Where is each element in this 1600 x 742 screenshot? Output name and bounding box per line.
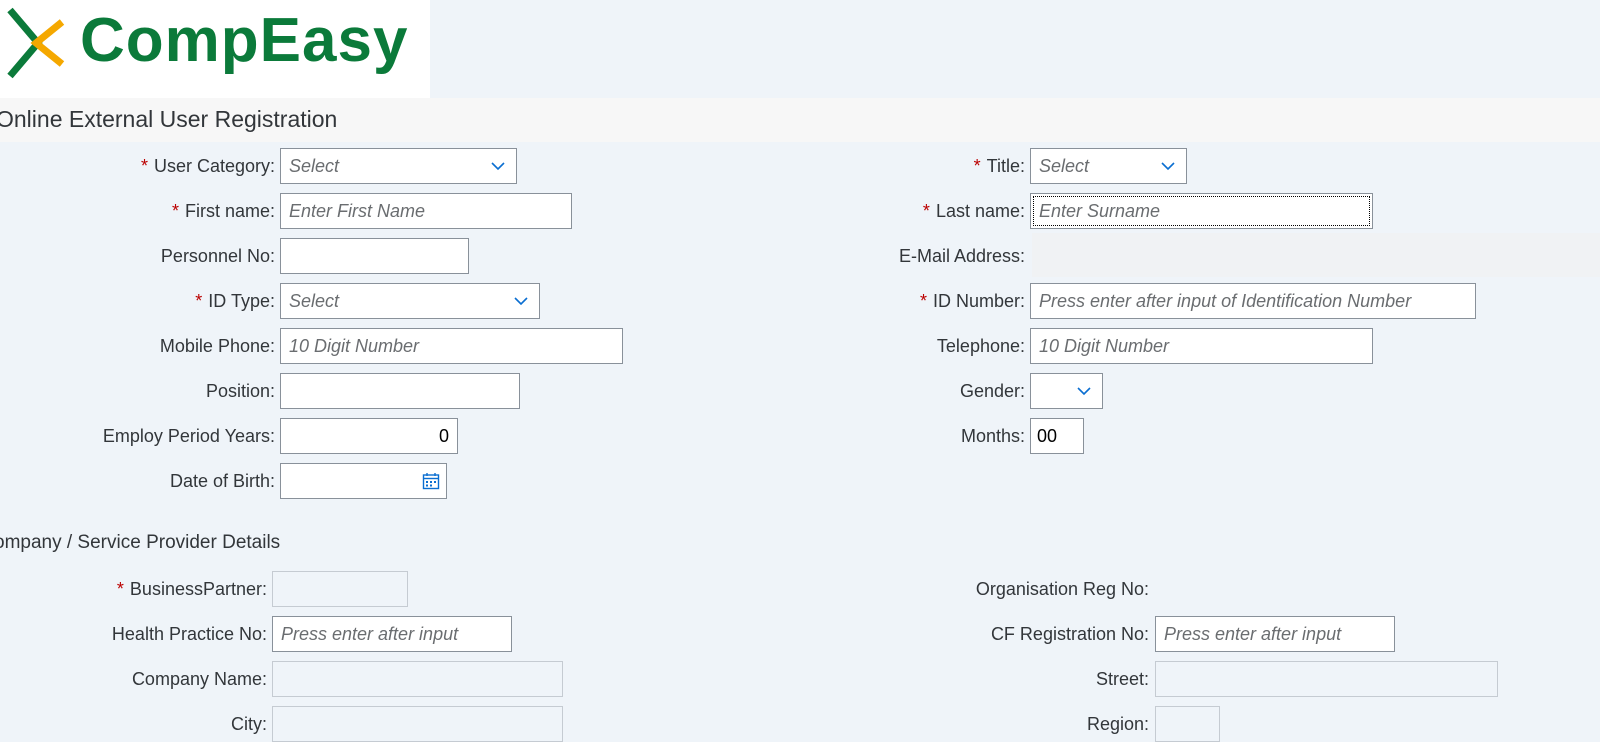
dob-label: Date of Birth:: [169, 471, 275, 491]
user-category-label: * User Category:: [140, 156, 275, 176]
health-practice-no-label: Health Practice No:: [111, 624, 267, 644]
employ-years-input[interactable]: 0: [280, 418, 458, 454]
months-label: Months:: [960, 426, 1025, 446]
id-type-label: * ID Type:: [195, 291, 275, 311]
employ-years-label: Employ Period Years:: [102, 426, 275, 446]
mobile-phone-label: Mobile Phone:: [159, 336, 275, 356]
page-title: Online External User Registration: [0, 106, 338, 132]
calendar-icon[interactable]: [422, 472, 440, 490]
business-partner-input: [272, 571, 408, 607]
business-partner-label: * BusinessPartner:: [116, 579, 267, 599]
dob-input[interactable]: [280, 463, 447, 499]
org-reg-no-label: Organisation Reg No:: [975, 579, 1149, 599]
gender-select[interactable]: [1030, 373, 1103, 409]
compeasy-logo-icon: [7, 7, 65, 79]
email-value: [1030, 238, 1430, 274]
chevron-down-icon: [1077, 387, 1091, 396]
telephone-input[interactable]: 10 Digit Number: [1030, 328, 1373, 364]
title-select[interactable]: Select: [1030, 148, 1187, 184]
region-label: Region:: [1086, 714, 1149, 734]
chevron-down-icon: [514, 297, 528, 306]
brand-name: CompEasy: [80, 6, 409, 75]
position-input[interactable]: [280, 373, 520, 409]
user-category-select[interactable]: Select: [280, 148, 517, 184]
chevron-down-icon: [491, 162, 505, 171]
company-section-title: ompany / Service Provider Details: [0, 532, 281, 553]
personnel-no-label: Personnel No:: [160, 246, 275, 266]
company-name-input: [272, 661, 563, 697]
street-input: [1155, 661, 1498, 697]
mobile-phone-input[interactable]: 10 Digit Number: [280, 328, 623, 364]
logo: CompEasy: [0, 0, 430, 98]
region-input: [1155, 706, 1220, 742]
city-input: [272, 706, 563, 742]
street-label: Street:: [1095, 669, 1149, 689]
first-name-input[interactable]: Enter First Name: [280, 193, 572, 229]
first-name-label: * First name:: [171, 201, 275, 221]
last-name-input[interactable]: Enter Surname: [1030, 193, 1373, 229]
telephone-label: Telephone:: [936, 336, 1025, 356]
personnel-no-input[interactable]: [280, 238, 469, 274]
health-practice-no-input[interactable]: Press enter after input: [272, 616, 512, 652]
cf-registration-no-label: CF Registration No:: [990, 624, 1149, 644]
last-name-label: * Last name:: [922, 201, 1025, 221]
org-reg-no-value: [1155, 571, 1455, 607]
email-label: E-Mail Address:: [898, 246, 1025, 266]
id-number-label: * ID Number:: [919, 291, 1025, 311]
cf-registration-no-input[interactable]: Press enter after input: [1155, 616, 1395, 652]
company-name-label: Company Name:: [131, 669, 267, 689]
city-label: City:: [231, 714, 267, 734]
gender-label: Gender:: [959, 381, 1025, 401]
title-label: * Title:: [973, 156, 1025, 176]
months-input[interactable]: 00: [1030, 418, 1084, 454]
id-number-input[interactable]: Press enter after input of Identificatio…: [1030, 283, 1476, 319]
chevron-down-icon: [1161, 162, 1175, 171]
position-label: Position:: [205, 381, 275, 401]
id-type-select[interactable]: Select: [280, 283, 540, 319]
